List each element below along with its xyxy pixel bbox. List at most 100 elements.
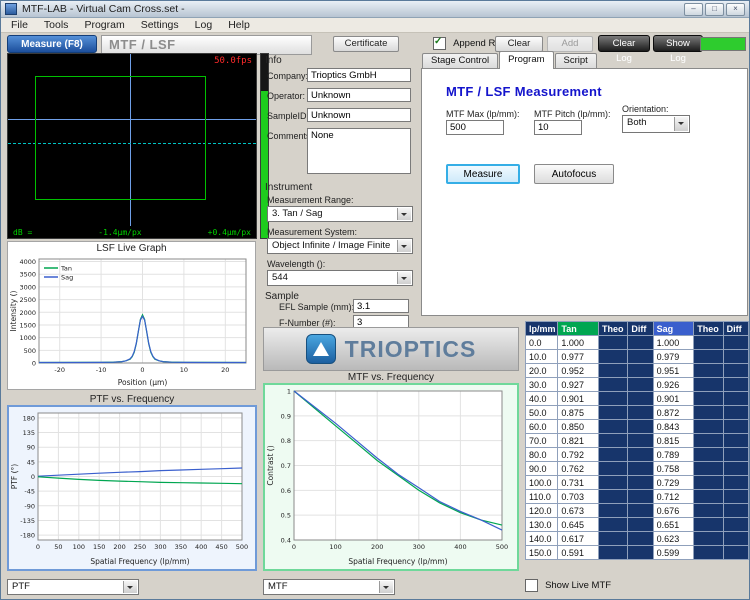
tab-script[interactable]: Script xyxy=(555,53,597,69)
svg-text:400: 400 xyxy=(454,543,466,551)
comments-field[interactable]: None xyxy=(307,128,411,174)
camera-status-bar: dB = -1.4μm/px +0.4μm/px xyxy=(8,226,256,238)
svg-text:Spatial Frequency (lp/mm): Spatial Frequency (lp/mm) xyxy=(90,557,189,566)
camera-view: 50.0fps dB = -1.4μm/px +0.4μm/px xyxy=(7,53,257,239)
camera-image: 50.0fps xyxy=(8,54,256,226)
menu-tools[interactable]: Tools xyxy=(36,19,77,31)
svg-text:-90: -90 xyxy=(24,502,35,510)
trioptics-triangle-icon xyxy=(306,334,336,364)
chevron-down-icon[interactable] xyxy=(397,240,411,252)
lsf-chart-title: LSF Live Graph xyxy=(9,243,254,254)
certificate-button[interactable]: Certificate xyxy=(333,36,399,52)
col-sag: Sag xyxy=(653,322,694,336)
ptf-display-combo[interactable]: PTF xyxy=(7,579,139,595)
menu-help[interactable]: Help xyxy=(220,19,258,31)
clear-all-button[interactable]: Clear All xyxy=(495,36,543,52)
table-row: 120.00.6730.676 xyxy=(526,504,749,518)
col-diff-1: Diff xyxy=(628,322,653,336)
mtf-pitch-field[interactable] xyxy=(534,120,582,135)
svg-text:-180: -180 xyxy=(20,532,35,540)
tab-stage-control[interactable]: Stage Control xyxy=(422,53,498,69)
sampleid-field[interactable] xyxy=(307,108,411,122)
svg-text:-10: -10 xyxy=(96,366,107,374)
tab-program[interactable]: Program xyxy=(499,51,553,69)
svg-text:0: 0 xyxy=(140,366,144,374)
wavelength-combo[interactable]: 544 xyxy=(267,270,413,286)
menu-program[interactable]: Program xyxy=(76,19,132,31)
append-results-checkbox[interactable] xyxy=(433,37,446,50)
svg-text:90: 90 xyxy=(27,444,35,452)
menu-settings[interactable]: Settings xyxy=(133,19,187,31)
maximize-button[interactable] xyxy=(705,3,724,16)
svg-text:50: 50 xyxy=(54,543,62,551)
svg-text:Sag: Sag xyxy=(61,274,73,282)
svg-text:0.7: 0.7 xyxy=(281,462,291,470)
svg-text:Spatial Frequency (lp/mm): Spatial Frequency (lp/mm) xyxy=(348,557,447,566)
table-row: 10.00.9770.979 xyxy=(526,350,749,364)
mtf-pitch-label: MTF Pitch (lp/mm): xyxy=(534,109,611,119)
autofocus-button[interactable]: Autofocus xyxy=(534,164,614,184)
mtf-chart-title: MTF vs. Frequency xyxy=(263,372,519,383)
minimize-button[interactable] xyxy=(684,3,703,16)
chevron-down-icon[interactable] xyxy=(123,581,137,593)
results-header-row: lp/mm Tan Theo Diff Sag Theo Diff xyxy=(526,322,749,336)
chevron-down-icon[interactable] xyxy=(379,581,393,593)
chevron-down-icon[interactable] xyxy=(397,208,411,220)
orientation-label: Orientation: xyxy=(622,104,669,114)
efl-sample-field[interactable] xyxy=(353,299,409,313)
ptf-chart-title: PTF vs. Frequency xyxy=(7,394,257,405)
menu-file[interactable]: File xyxy=(3,19,36,31)
svg-text:150: 150 xyxy=(93,543,105,551)
clear-log-button[interactable]: Clear Log xyxy=(598,35,650,52)
measurement-range-combo[interactable]: 3. Tan / Sag xyxy=(267,206,413,222)
close-button[interactable] xyxy=(726,3,745,16)
wavelength-label: Wavelength (): xyxy=(267,259,325,269)
svg-text:-45: -45 xyxy=(24,488,35,496)
show-live-mtf-checkbox[interactable] xyxy=(525,579,538,592)
chevron-down-icon[interactable] xyxy=(674,117,688,131)
svg-text:10: 10 xyxy=(180,366,188,374)
svg-text:0.8: 0.8 xyxy=(281,437,291,445)
table-row: 50.00.8750.872 xyxy=(526,406,749,420)
window-title: MTF-LAB - Virtual Cam Cross.set - xyxy=(22,3,682,15)
ptf-combo-value: PTF xyxy=(12,581,30,592)
menu-log[interactable]: Log xyxy=(187,19,221,31)
mtf-display-combo[interactable]: MTF xyxy=(263,579,395,595)
svg-text:1: 1 xyxy=(287,388,291,396)
camera-status-pos: +0.4μm/px xyxy=(208,228,251,237)
measurement-system-label: Measurement System: xyxy=(267,227,357,237)
col-diff-2: Diff xyxy=(723,322,748,336)
measurement-system-combo[interactable]: Object Infinite / Image Finite xyxy=(267,238,413,254)
chevron-down-icon[interactable] xyxy=(397,272,411,284)
mtf-max-field[interactable] xyxy=(446,120,504,135)
results-table: lp/mm Tan Theo Diff Sag Theo Diff 0.01.0… xyxy=(525,321,749,560)
svg-text:3000: 3000 xyxy=(19,283,36,291)
col-tan: Tan xyxy=(558,322,599,336)
table-row: 130.00.6450.651 xyxy=(526,518,749,532)
svg-text:200: 200 xyxy=(113,543,125,551)
trioptics-logo: TRIOPTICS xyxy=(263,327,519,371)
svg-text:180: 180 xyxy=(23,414,35,422)
measure-button[interactable]: Measure xyxy=(446,164,520,184)
svg-text:4000: 4000 xyxy=(19,258,36,266)
mode-title: MTF / LSF xyxy=(101,35,312,55)
company-field[interactable] xyxy=(307,68,411,82)
operator-field[interactable] xyxy=(307,88,411,102)
sample-group-title: Sample xyxy=(265,291,299,302)
roi-rectangle xyxy=(35,76,206,200)
svg-text:0: 0 xyxy=(31,473,35,481)
measurement-range-label: Measurement Range: xyxy=(267,195,354,205)
company-label: Company: xyxy=(267,71,308,81)
svg-text:500: 500 xyxy=(236,543,248,551)
add-last-button[interactable]: Add Last xyxy=(547,36,593,52)
orientation-combo[interactable]: Both xyxy=(622,115,690,133)
info-group-title: Info xyxy=(265,55,282,66)
svg-text:2500: 2500 xyxy=(19,296,36,304)
show-live-mtf-label: Show Live MTF xyxy=(545,580,611,591)
instrument-group-title: Instrument xyxy=(265,182,312,193)
measure-f8-button[interactable]: Measure (F8) xyxy=(7,35,97,53)
show-log-button[interactable]: Show Log xyxy=(653,35,703,52)
lsf-chart-canvas: 05001000150020002500300035004000-20-1001… xyxy=(9,254,254,387)
svg-text:135: 135 xyxy=(23,429,35,437)
table-row: 30.00.9270.926 xyxy=(526,378,749,392)
